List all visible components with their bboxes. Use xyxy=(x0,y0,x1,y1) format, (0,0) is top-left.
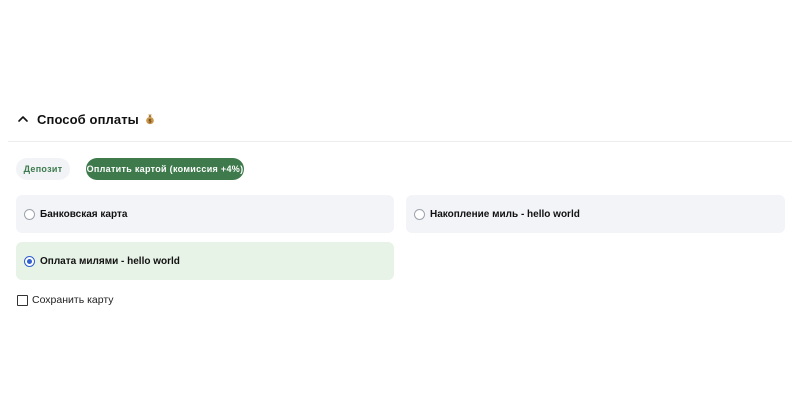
money-bag-icon: $ xyxy=(144,113,156,125)
payment-section-header[interactable]: Способ оплаты $ xyxy=(14,108,156,130)
option-label: Накопление миль - hello world xyxy=(430,208,580,220)
tab-pay-by-card[interactable]: Оплатить картой (комиссия +4%) xyxy=(86,158,244,180)
payment-option-earn-miles[interactable]: Накопление миль - hello world xyxy=(406,195,785,233)
section-divider xyxy=(8,141,792,142)
chevron-up-icon[interactable] xyxy=(14,110,32,128)
option-label: Банковская карта xyxy=(40,208,128,220)
radio-unchecked-icon[interactable] xyxy=(24,208,35,220)
save-card-checkbox-row[interactable]: Сохранить карту xyxy=(17,294,114,306)
save-card-checkbox[interactable] xyxy=(17,294,28,306)
payment-option-pay-with-miles[interactable]: Оплата милями - hello world xyxy=(16,242,394,280)
tab-deposit[interactable]: Депозит xyxy=(16,158,70,180)
payment-page: Способ оплаты $ Депозит Оплатить картой … xyxy=(0,0,800,400)
option-label: Оплата милями - hello world xyxy=(40,255,180,267)
svg-text:$: $ xyxy=(148,118,152,124)
payment-option-bank-card[interactable]: Банковская карта xyxy=(16,195,394,233)
radio-checked-icon[interactable] xyxy=(24,255,35,267)
radio-unchecked-icon[interactable] xyxy=(414,208,425,220)
save-card-label: Сохранить карту xyxy=(32,294,114,306)
section-title: Способ оплаты xyxy=(37,111,139,127)
